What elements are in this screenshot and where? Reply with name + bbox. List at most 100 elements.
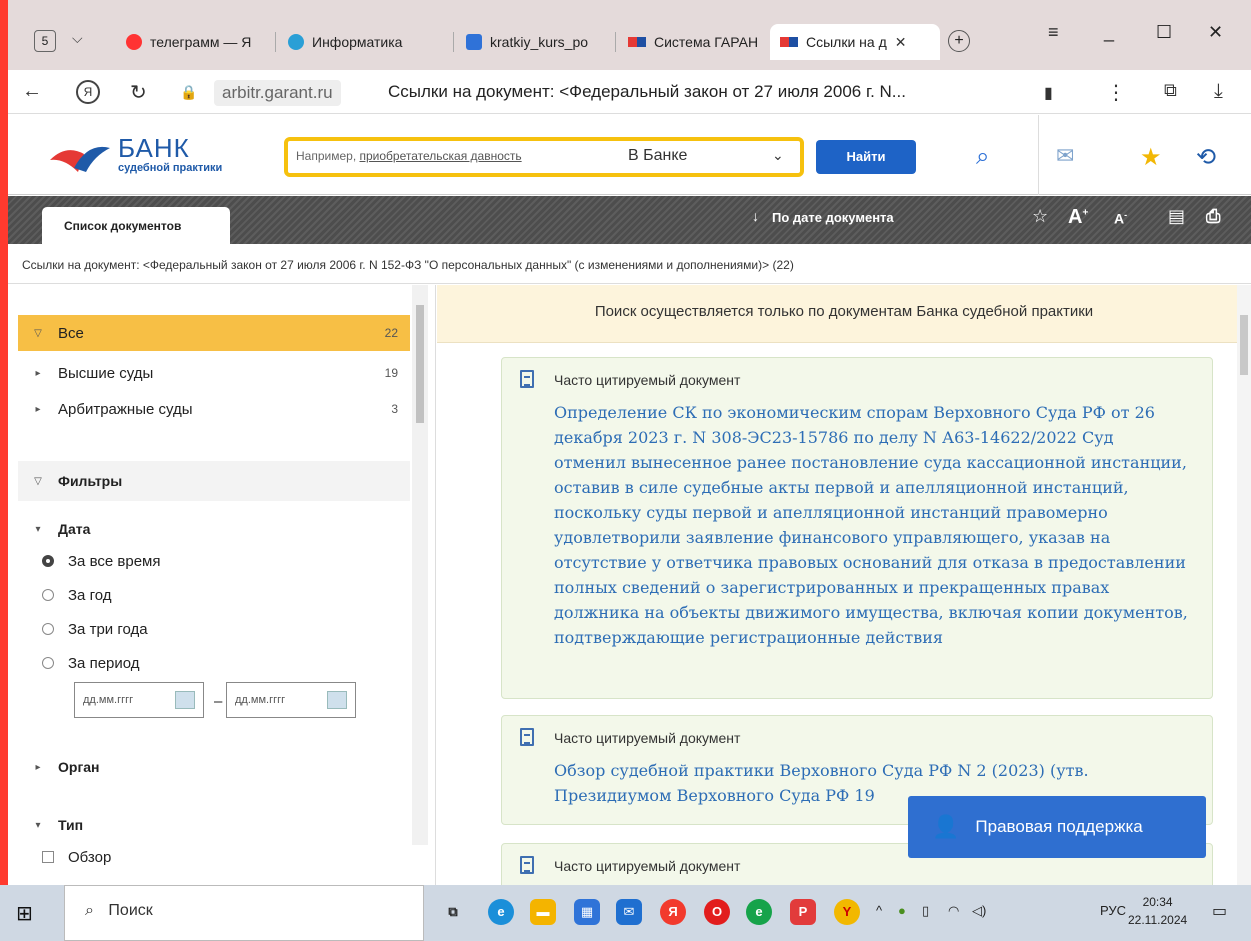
tab-bar: 5 ⌵ телеграмм — Я Информатика kratkiy_ku… bbox=[8, 0, 1251, 70]
result-title-link[interactable]: Определение СК по экономическим спорам В… bbox=[554, 400, 1190, 650]
yandex-home-icon[interactable]: Я bbox=[76, 80, 100, 104]
advanced-search-icon[interactable]: ⌕ bbox=[976, 143, 989, 171]
yandex-browser-icon[interactable]: Я bbox=[660, 899, 686, 925]
close-window-icon[interactable]: ✕ bbox=[1208, 22, 1223, 43]
mail-icon[interactable]: ✉ bbox=[616, 899, 642, 925]
find-button[interactable]: Найти bbox=[816, 140, 916, 174]
search-scope-notice: Поиск осуществляется только по документа… bbox=[437, 285, 1251, 343]
sidebar-item-count: 19 bbox=[384, 366, 398, 380]
tab-document-list[interactable]: Список документов bbox=[42, 207, 230, 244]
input-language[interactable]: РУС bbox=[1100, 903, 1126, 918]
print-icon[interactable]: ⎙ bbox=[1206, 206, 1220, 227]
date-option-all-time[interactable]: За все время bbox=[18, 543, 410, 579]
date-from-input[interactable]: дд.мм.гггг bbox=[74, 682, 204, 718]
search-box[interactable]: Например, приобретательская давность В Б… bbox=[284, 137, 804, 177]
back-icon[interactable]: ← bbox=[22, 80, 42, 103]
task-view-icon[interactable]: ⧉ bbox=[440, 899, 466, 925]
search-scope-select[interactable]: В Банке bbox=[628, 147, 687, 165]
checkbox-unchecked[interactable] bbox=[42, 851, 54, 863]
taskbar-search-box[interactable]: ⌕ Поиск bbox=[64, 885, 424, 941]
document-icon bbox=[520, 728, 534, 746]
yandex-icon bbox=[126, 34, 142, 50]
tab-list-dropdown-icon[interactable]: ⌵ bbox=[72, 30, 83, 47]
windows-taskbar: ⊞ ⌕ Поиск ⧉ e ▬ ▦ ✉ Я O e P Y ^ ● ▯ ◠ ◁)… bbox=[0, 885, 1251, 941]
new-tab-button[interactable]: + bbox=[948, 30, 970, 52]
tray-app-icon[interactable]: ● bbox=[898, 903, 906, 918]
sidebar-item-high-courts[interactable]: ▸ Высшие суды 19 bbox=[18, 355, 410, 391]
date-option-year[interactable]: За год bbox=[18, 577, 410, 613]
mail-contacts-icon[interactable]: ✉ bbox=[1056, 143, 1074, 169]
notifications-icon[interactable]: ▭ bbox=[1212, 901, 1227, 921]
sidebar-item-arbitration-courts[interactable]: ▸ Арбитражные суды 3 bbox=[18, 391, 410, 427]
system-clock[interactable]: 20:34 22.11.2024 bbox=[1128, 893, 1187, 929]
yandex-app-icon[interactable]: Y bbox=[834, 899, 860, 925]
scrollbar-thumb[interactable] bbox=[416, 305, 424, 423]
url-host[interactable]: arbitr.garant.ru bbox=[214, 80, 341, 106]
font-increase-icon[interactable]: A+ bbox=[1068, 206, 1088, 229]
search-input[interactable]: Например, приобретательская давность bbox=[296, 149, 606, 163]
date-filter-heading[interactable]: ▾ Дата bbox=[18, 511, 410, 547]
file-explorer-icon[interactable]: ▬ bbox=[530, 899, 556, 925]
collapsed-arrow-icon: ▸ bbox=[35, 367, 41, 379]
download-icon[interactable]: ⤓ bbox=[1214, 80, 1223, 103]
radio-selected[interactable] bbox=[42, 555, 54, 567]
sidebar-item-label: Все bbox=[58, 324, 84, 342]
scrollbar-thumb[interactable] bbox=[1240, 315, 1248, 375]
volume-icon[interactable]: ◁) bbox=[972, 903, 986, 919]
search-example-link[interactable]: приобретательская давность bbox=[359, 149, 521, 163]
favorites-star-icon[interactable]: ★ bbox=[1140, 143, 1162, 172]
extensions-icon[interactable]: ⧉ bbox=[1164, 80, 1177, 101]
close-tab-icon[interactable]: ✕ bbox=[895, 34, 907, 51]
edge-browser-icon[interactable]: e bbox=[488, 899, 514, 925]
tab-informatika[interactable]: Информатика bbox=[278, 24, 454, 60]
font-decrease-icon[interactable]: A- bbox=[1114, 210, 1127, 227]
sidebar-item-all[interactable]: ▽ Все 22 bbox=[18, 315, 410, 351]
sidebar-scrollbar[interactable] bbox=[412, 285, 428, 845]
bank-logo-icon[interactable] bbox=[48, 138, 112, 172]
filters-section[interactable]: ▽ Фильтры bbox=[18, 461, 410, 501]
date-option-three-years[interactable]: За три года bbox=[18, 611, 410, 647]
page-title-in-omnibox[interactable]: Ссылки на документ: <Федеральный закон о… bbox=[388, 82, 906, 102]
tab-telegram-search[interactable]: телеграмм — Я bbox=[116, 24, 276, 60]
store-icon[interactable]: ▦ bbox=[574, 899, 600, 925]
add-favorite-icon[interactable]: ☆ bbox=[1032, 206, 1048, 227]
tray-expand-icon[interactable]: ^ bbox=[876, 903, 882, 918]
type-filter-heading[interactable]: ▾ Тип bbox=[18, 807, 410, 843]
save-icon[interactable]: ▤ bbox=[1168, 206, 1185, 227]
sort-by-date[interactable]: По дате документа bbox=[772, 210, 894, 225]
logo-title[interactable]: БАНК bbox=[118, 133, 190, 164]
menu-icon[interactable]: ≡ bbox=[1048, 22, 1059, 43]
bookmark-icon[interactable]: ▮ bbox=[1044, 83, 1053, 103]
wifi-icon[interactable]: ◠ bbox=[948, 903, 959, 919]
radio-unselected[interactable] bbox=[42, 657, 54, 669]
tab-ssylki-active[interactable]: Ссылки на д ✕ bbox=[770, 24, 940, 60]
internet-explorer-icon[interactable]: e bbox=[746, 899, 772, 925]
chevron-down-icon[interactable]: ⌄ bbox=[772, 147, 784, 164]
calendar-icon[interactable] bbox=[327, 691, 347, 709]
battery-icon[interactable]: ▯ bbox=[922, 903, 929, 919]
date-option-period[interactable]: За период bbox=[18, 645, 410, 681]
maximize-icon[interactable]: ☐ bbox=[1156, 22, 1172, 43]
legal-support-button[interactable]: 👤 Правовая поддержка bbox=[908, 796, 1206, 858]
presentation-app-icon[interactable]: P bbox=[790, 899, 816, 925]
tab-sistema-garant[interactable]: Система ГАРАН bbox=[618, 24, 768, 60]
windows-start-icon[interactable]: ⊞ bbox=[16, 901, 33, 926]
reload-icon[interactable]: ↻ bbox=[130, 80, 147, 105]
type-option-review[interactable]: Обзор bbox=[18, 839, 410, 875]
tab-kratkiy-kurs[interactable]: kratkiy_kurs_po bbox=[456, 24, 616, 60]
radio-unselected[interactable] bbox=[42, 623, 54, 635]
date-to-input[interactable]: дд.мм.гггг bbox=[226, 682, 356, 718]
tab-count-badge[interactable]: 5 bbox=[34, 30, 56, 52]
expanded-arrow-icon: ▾ bbox=[35, 523, 41, 535]
filters-heading: Фильтры bbox=[58, 473, 123, 489]
opera-icon[interactable]: O bbox=[704, 899, 730, 925]
sidebar-item-count: 22 bbox=[384, 326, 398, 340]
minimize-icon[interactable]: _ bbox=[1104, 22, 1114, 43]
result-card[interactable]: Часто цитируемый документ Определение СК… bbox=[501, 357, 1213, 699]
history-icon[interactable]: ⟲ bbox=[1196, 143, 1216, 172]
radio-unselected[interactable] bbox=[42, 589, 54, 601]
more-menu-icon[interactable]: ⋮ bbox=[1106, 80, 1126, 105]
results-scrollbar[interactable] bbox=[1237, 285, 1251, 885]
calendar-icon[interactable] bbox=[175, 691, 195, 709]
organ-filter-heading[interactable]: ▸ Орган bbox=[18, 749, 410, 785]
